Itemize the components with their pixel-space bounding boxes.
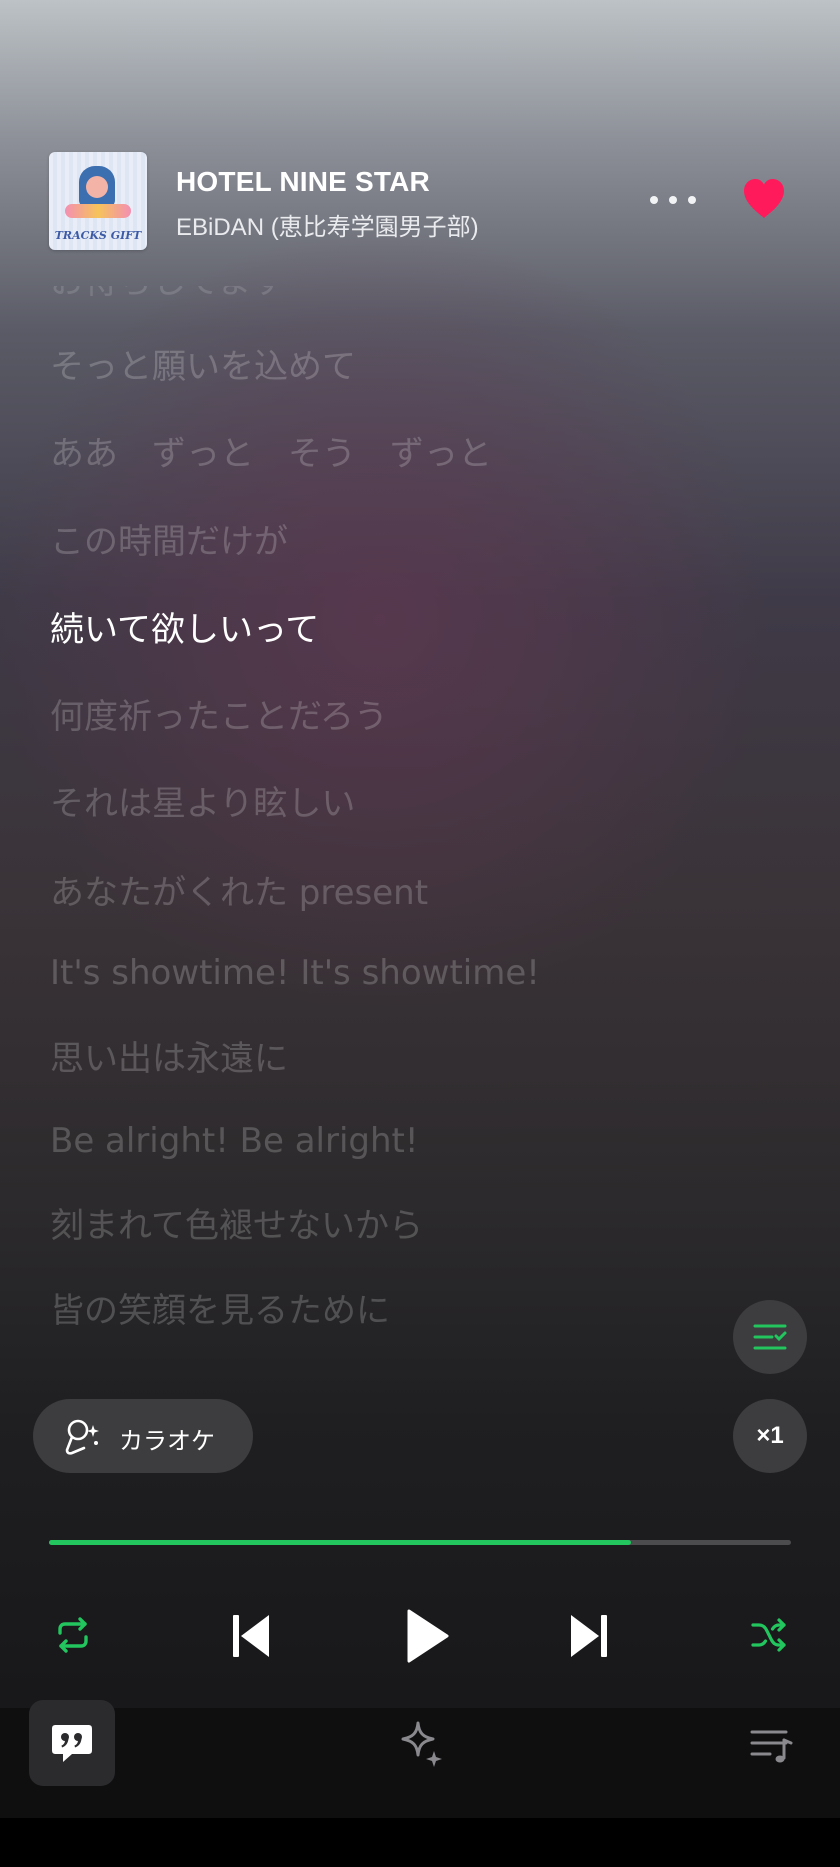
track-artist[interactable]: EBiDAN (恵比寿学園男子部)	[176, 207, 479, 242]
lyric-line[interactable]: この時間だけが	[50, 522, 288, 562]
more-dot-icon	[669, 196, 677, 204]
album-art[interactable]: TRACKS GIFT	[49, 152, 147, 250]
progress-fill	[49, 1540, 632, 1545]
queue-tab[interactable]	[744, 1722, 798, 1770]
sparkle-icon	[401, 1721, 442, 1767]
karaoke-button[interactable]: カラオケ	[33, 1399, 253, 1473]
repeat-button[interactable]	[48, 1613, 98, 1657]
previous-icon	[233, 1615, 269, 1657]
progress-bar[interactable]	[49, 1540, 791, 1545]
shuffle-icon	[751, 1618, 786, 1652]
more-dot-icon	[650, 196, 658, 204]
microphone-sparkle-icon	[65, 1419, 99, 1455]
lyrics-panel: お待ちしてます そっと願いを込めて ああ ずっと そう ずっと この時間だけが …	[50, 286, 770, 1358]
lyric-line[interactable]: ああ ずっと そう ずっと	[50, 434, 492, 474]
lyric-line[interactable]: 思い出は永遠に	[50, 1039, 288, 1079]
lyric-line-current[interactable]: 続いて欲しいって	[50, 610, 319, 650]
lyric-line[interactable]: It's showtime! It's showtime!	[50, 953, 540, 993]
playback-speed-label: ×1	[756, 1422, 784, 1449]
track-title[interactable]: HOTEL NINE STAR	[176, 166, 430, 198]
playback-speed-button[interactable]: ×1	[733, 1399, 807, 1473]
album-art-face	[86, 176, 108, 198]
player-screen: TRACKS GIFT HOTEL NINE STAR EBiDAN (恵比寿学…	[0, 0, 840, 1818]
lyric-line[interactable]: それは星より眩しい	[50, 784, 355, 824]
next-button[interactable]	[562, 1608, 618, 1664]
lyric-line[interactable]: 皆の笑顔を見るために	[50, 1291, 390, 1331]
album-art-flowers	[65, 204, 131, 218]
lyric-line[interactable]: 何度祈ったことだろう	[50, 697, 388, 737]
repeat-icon	[58, 1617, 88, 1653]
next-icon	[571, 1615, 607, 1657]
karaoke-label: カラオケ	[119, 1427, 215, 1455]
discover-tab[interactable]	[392, 1718, 452, 1772]
lyric-line[interactable]: そっと願いを込めて	[50, 347, 356, 387]
lyrics-quote-icon	[52, 1725, 92, 1762]
heart-icon[interactable]	[740, 176, 788, 222]
more-dot-icon	[688, 196, 696, 204]
previous-button[interactable]	[222, 1608, 278, 1664]
lyrics-tab[interactable]	[29, 1700, 115, 1786]
album-art-caption: TRACKS GIFT	[54, 229, 142, 242]
lyrics-list-icon	[753, 1324, 787, 1350]
more-options-button[interactable]	[650, 184, 696, 216]
queue-icon	[750, 1730, 793, 1763]
lyrics-display-button[interactable]	[733, 1300, 807, 1374]
shuffle-button[interactable]	[744, 1612, 794, 1658]
play-icon	[407, 1609, 449, 1663]
system-nav-bar	[0, 1818, 840, 1867]
play-button[interactable]	[394, 1604, 458, 1668]
lyric-line[interactable]: あなたがくれた present	[50, 873, 428, 913]
lyric-line[interactable]: 刻まれて色褪せないから	[50, 1206, 423, 1246]
lyric-line[interactable]: お待ちしてます	[50, 286, 285, 302]
lyric-line[interactable]: Be alright! Be alright!	[50, 1121, 419, 1161]
